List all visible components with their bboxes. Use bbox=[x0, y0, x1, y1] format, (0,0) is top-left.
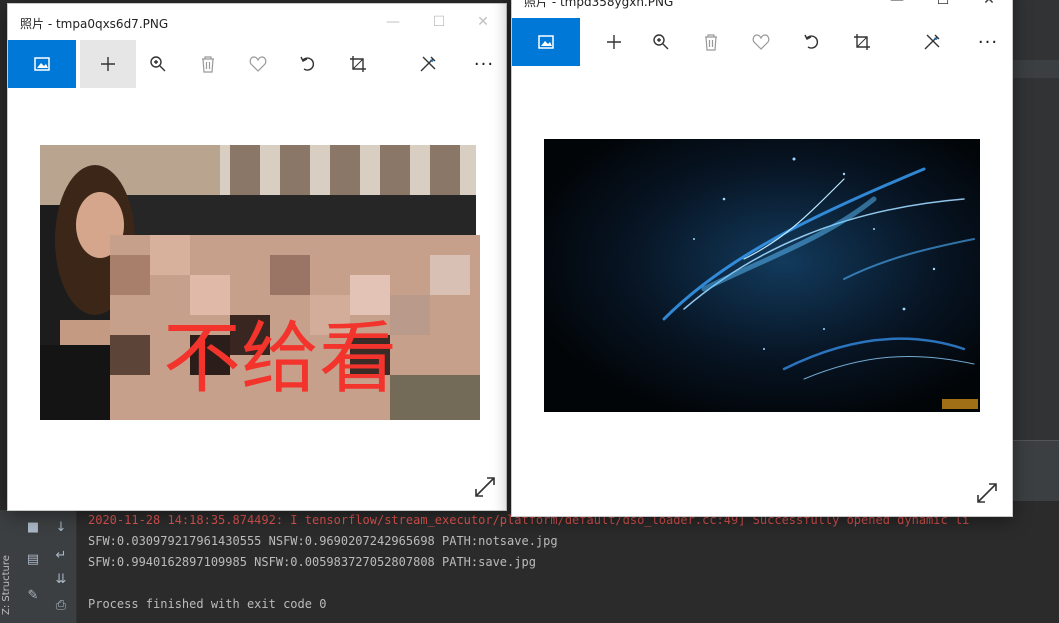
crop-icon bbox=[854, 34, 870, 50]
add-button[interactable] bbox=[590, 18, 638, 66]
chevron-down-icon: ⌄ bbox=[932, 32, 941, 43]
photo-icon bbox=[34, 57, 50, 71]
zoom-button[interactable] bbox=[134, 40, 182, 88]
more-icon: ··· bbox=[473, 53, 495, 75]
more-button[interactable]: ··· bbox=[964, 18, 1012, 66]
add-button[interactable] bbox=[80, 40, 136, 88]
chevron-down-icon: ⌄ bbox=[428, 54, 437, 65]
ide-right-strip bbox=[1012, 60, 1059, 78]
edit-create-button[interactable]: ⌄ bbox=[398, 40, 458, 88]
displayed-photo[interactable] bbox=[544, 139, 980, 412]
structure-tab[interactable]: Z: Structure bbox=[1, 545, 17, 615]
edit-create-button[interactable]: ⌄ bbox=[902, 18, 962, 66]
title-bar: 照片 - tmpd358ygxh.PNG — ☐ ✕ bbox=[512, 0, 1012, 18]
layout-icon[interactable]: ▤ bbox=[24, 552, 42, 568]
console-line: SFW:0.9940162897109985 NSFW:0.0059837270… bbox=[88, 555, 536, 569]
rotate-button[interactable] bbox=[788, 18, 836, 66]
rotate-button[interactable] bbox=[284, 40, 332, 88]
pin-icon[interactable]: ✎ bbox=[24, 588, 42, 604]
view-photo-button[interactable] bbox=[8, 40, 76, 88]
more-button[interactable]: ··· bbox=[460, 40, 506, 88]
photo-icon bbox=[538, 35, 554, 49]
photo-content bbox=[544, 139, 980, 412]
console-line: SFW:0.030979217961430555 NSFW:0.96902072… bbox=[88, 534, 558, 548]
favorite-button[interactable] bbox=[737, 18, 785, 66]
overlay-caption: 不给看 bbox=[163, 314, 397, 404]
ide-tool-window-bar bbox=[1012, 440, 1059, 501]
expand-icon[interactable] bbox=[976, 482, 998, 504]
console-line: Process finished with exit code 0 bbox=[88, 597, 327, 611]
zoom-icon bbox=[653, 34, 669, 50]
zoom-button[interactable] bbox=[637, 18, 685, 66]
crop-button[interactable] bbox=[838, 18, 886, 66]
displayed-photo[interactable]: 不给看 bbox=[40, 145, 480, 420]
delete-button[interactable] bbox=[687, 18, 735, 66]
close-button[interactable]: ✕ bbox=[966, 0, 1012, 18]
maximize-button[interactable]: ☐ bbox=[920, 0, 966, 18]
rotate-icon bbox=[300, 56, 315, 71]
scroll-down-icon[interactable]: ↓ bbox=[52, 520, 70, 536]
run-tool-buttons: ■ ↓ ↵ ▤ ⇊ ✎ ⎙ bbox=[18, 510, 77, 623]
stop-icon[interactable]: ■ bbox=[24, 520, 42, 536]
delete-icon bbox=[705, 34, 717, 51]
toolbar: ⌄ ··· bbox=[8, 40, 506, 88]
view-photo-button[interactable] bbox=[512, 18, 580, 66]
favorite-button[interactable] bbox=[234, 40, 282, 88]
crop-icon bbox=[350, 56, 366, 72]
more-icon: ··· bbox=[977, 31, 999, 53]
scroll-to-end-icon[interactable]: ⇊ bbox=[52, 572, 70, 588]
run-console: 2020-11-28 14:18:35.874492: I tensorflow… bbox=[77, 510, 1059, 623]
minimize-button[interactable]: — bbox=[874, 0, 920, 18]
window-title: 照片 - tmpa0qxs6d7.PNG bbox=[20, 17, 169, 31]
photos-window-1: 照片 - tmpa0qxs6d7.PNG — ☐ ✕ ⌄ ··· 不给看 bbox=[8, 4, 506, 510]
photos-window-2: 照片 - tmpd358ygxh.PNG — ☐ ✕ ⌄ ··· bbox=[512, 0, 1012, 516]
add-icon bbox=[101, 57, 115, 71]
add-icon bbox=[607, 35, 621, 49]
soft-wrap-icon[interactable]: ↵ bbox=[52, 548, 70, 564]
delete-icon bbox=[202, 56, 214, 73]
close-button[interactable]: ✕ bbox=[460, 4, 506, 40]
toolbar: ⌄ ··· bbox=[512, 18, 1012, 66]
favorite-icon bbox=[249, 56, 267, 72]
rotate-icon bbox=[804, 34, 819, 49]
photo-content: 不给看 bbox=[40, 145, 480, 420]
window-title: 照片 - tmpd358ygxh.PNG bbox=[524, 0, 674, 9]
title-bar: 照片 - tmpa0qxs6d7.PNG — ☐ ✕ bbox=[8, 4, 506, 40]
minimize-button[interactable]: — bbox=[370, 4, 416, 40]
crop-button[interactable] bbox=[334, 40, 382, 88]
delete-button[interactable] bbox=[184, 40, 232, 88]
print-icon[interactable]: ⎙ bbox=[52, 598, 70, 614]
zoom-icon bbox=[150, 56, 166, 72]
expand-icon[interactable] bbox=[474, 476, 496, 498]
favorite-icon bbox=[752, 34, 770, 50]
maximize-button[interactable]: ☐ bbox=[416, 4, 462, 40]
